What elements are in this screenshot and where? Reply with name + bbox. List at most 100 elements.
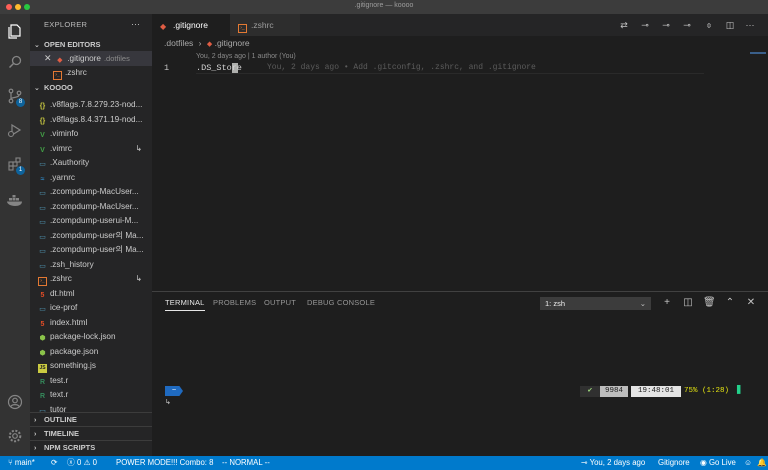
editor-area[interactable] xyxy=(152,36,768,291)
git-blame-status[interactable]: ⊸ You, 2 days ago xyxy=(581,456,645,470)
tab-output[interactable]: OUTPUT xyxy=(264,298,296,307)
file-tree-item[interactable]: {} .v8flags.8.4.371.19-nod... xyxy=(30,113,152,128)
file-tree-item[interactable]: V .viminfo xyxy=(30,127,152,142)
git-commit-icon[interactable]: ⊸ xyxy=(639,19,651,31)
title-bar: .gitignore — koooo xyxy=(0,0,768,14)
prompt-battery-block: ▊ xyxy=(737,387,742,395)
file-name: .v8flags.7.8.279.23-nod... xyxy=(50,100,143,109)
file-tree-item[interactable]: ⬢ package-lock.json xyxy=(30,330,152,345)
folder-section[interactable]: ⌄ KOOOO xyxy=(30,81,152,95)
power-mode-status: POWER MODE!!! Combo: 8 xyxy=(116,458,214,467)
sync-icon[interactable]: ⟳ xyxy=(51,456,58,470)
codelens-authors[interactable]: You, 2 days ago | 1 author (You) xyxy=(196,53,296,60)
file-tree-item[interactable]: V .vimrc ↳ xyxy=(30,142,152,157)
outline-label: OUTLINE xyxy=(44,415,77,424)
file-tree-item[interactable]: ▭ .zcompdump-MacUser... xyxy=(30,185,152,200)
current-line-highlight xyxy=(196,73,704,74)
breadcrumb-file[interactable]: .gitignore xyxy=(215,38,250,48)
file-tree-item[interactable]: ▭ ice-prof xyxy=(30,301,152,316)
file-tree-item[interactable]: JS something.js xyxy=(30,359,152,374)
file-tree-item[interactable]: ›_ .zshrc ↳ xyxy=(30,272,152,287)
code-line[interactable]: .DS_Store xyxy=(196,63,242,73)
new-terminal-icon[interactable]: + xyxy=(661,297,673,309)
search-icon[interactable] xyxy=(0,45,30,79)
more-actions-icon[interactable]: ··· xyxy=(744,19,756,31)
source-control-badge: 8 xyxy=(16,98,25,107)
file-name: .yarnrc xyxy=(50,172,76,182)
terminal-select[interactable]: 1: zsh ⌄ xyxy=(540,297,651,310)
go-live-button[interactable]: ◉ Go Live xyxy=(700,456,736,470)
open-editor-item[interactable]: ›_ .zshrc xyxy=(30,66,152,81)
next-change-icon[interactable]: ⊸ xyxy=(681,19,693,31)
editor-tabs: ◆ .gitignore ›_ .zshrc ⇄ ⊸ ⊸ ⊸ ⌽ ◫ ··· xyxy=(152,14,768,36)
file-tree-item[interactable]: ▭ .zcompdump-userui-M... xyxy=(30,214,152,229)
explorer-sidebar: EXPLORER ··· ⌄ OPEN EDITORS ✕ ◆ .gitignore… xyxy=(30,14,152,456)
tab-label: .zshrc xyxy=(251,20,274,30)
tab-terminal[interactable]: TERMINAL xyxy=(165,298,205,311)
more-actions-icon[interactable]: ··· xyxy=(131,19,140,29)
file-icon: ▭ xyxy=(39,262,46,270)
close-panel-icon[interactable]: ✕ xyxy=(745,297,757,309)
file-tree-item[interactable]: ▭ .zsh_history xyxy=(30,258,152,273)
power-mode-icon[interactable]: ⌽ xyxy=(703,19,715,31)
file-icon: ▭ xyxy=(39,219,46,226)
npm-scripts-section[interactable]: › NPM SCRIPTS xyxy=(30,440,152,454)
open-editor-item[interactable]: ✕ ◆ .gitignore .dotfiles xyxy=(30,51,152,66)
previous-change-icon[interactable]: ⊸ xyxy=(660,19,672,31)
language-mode[interactable]: Gitignore xyxy=(658,456,690,470)
split-editor-icon[interactable]: ◫ xyxy=(724,19,736,31)
timeline-section[interactable]: › TIMELINE xyxy=(30,426,152,440)
open-changes-icon[interactable]: ⇄ xyxy=(618,19,630,31)
account-icon[interactable] xyxy=(0,385,30,419)
file-name: index.html xyxy=(50,317,88,327)
npm-icon: ⬢ xyxy=(39,335,46,342)
file-tree-item[interactable]: ⬢ package.json xyxy=(30,345,152,360)
source-control-icon[interactable]: 8 xyxy=(0,79,30,113)
tab-debug-console[interactable]: DEBUG CONSOLE xyxy=(307,298,375,307)
prompt-continuation: ↳ xyxy=(165,399,171,406)
yarn-icon: ≈ xyxy=(40,175,45,183)
file-tree-item[interactable]: Rtest.r xyxy=(30,374,152,389)
prompt-battery: 75% (1:28) xyxy=(684,387,730,395)
window-title: .gitignore — koooo xyxy=(354,2,414,9)
close-icon[interactable]: ✕ xyxy=(44,51,53,66)
notifications-icon[interactable]: 🔔 xyxy=(757,456,767,470)
tab-zshrc[interactable]: ›_ .zshrc xyxy=(230,14,300,36)
explorer-icon[interactable] xyxy=(0,14,30,48)
file-name: .zcompdump-userui-M... xyxy=(50,216,139,225)
run-debug-icon[interactable] xyxy=(0,113,30,147)
file-icon: ▭ xyxy=(39,190,46,197)
html-icon: 5 xyxy=(40,291,45,299)
vim-icon: V xyxy=(40,132,45,139)
file-tree-item[interactable]: ▭ .zcompdump-user의 Ma... xyxy=(30,243,152,258)
outline-section[interactable]: › OUTLINE xyxy=(30,412,152,426)
file-tree: {} .v8flags.7.8.279.23-nod... {} .v8flags.8… xyxy=(30,98,152,418)
file-tree-item[interactable]: Rtext.r xyxy=(30,388,152,403)
folder-label: KOOOO xyxy=(44,83,73,92)
file-icon: ▭ xyxy=(39,233,46,241)
open-editors-label: OPEN EDITORS xyxy=(44,40,101,49)
tab-problems[interactable]: PROBLEMS xyxy=(213,298,256,307)
file-tree-item[interactable]: ▭ .Xauthority xyxy=(30,156,152,171)
file-tree-item[interactable]: ▭ .zcompdump-MacUser... xyxy=(30,200,152,215)
maximize-panel-icon[interactable]: ⌃ xyxy=(724,297,736,309)
split-terminal-icon[interactable]: ◫ xyxy=(682,297,694,309)
breadcrumb: .dotfiles › ◆ .gitignore xyxy=(164,38,250,48)
docker-icon[interactable] xyxy=(0,183,30,217)
breadcrumb-folder[interactable]: .dotfiles xyxy=(164,38,193,48)
tab-gitignore[interactable]: ◆ .gitignore xyxy=(152,14,230,36)
file-icon: ▭ xyxy=(39,161,46,168)
problems-indicator[interactable]: ⓧ 0 ⚠ 0 xyxy=(67,456,97,470)
feedback-icon[interactable]: ☺ xyxy=(744,456,752,470)
open-editors-section[interactable]: ⌄ OPEN EDITORS xyxy=(30,38,152,52)
file-tree-item[interactable]: 5 dt.html xyxy=(30,287,152,302)
settings-gear-icon[interactable] xyxy=(0,419,30,453)
extensions-icon[interactable]: 1 xyxy=(0,147,30,181)
file-tree-item[interactable]: ≈ .yarnrc xyxy=(30,171,152,186)
file-tree-item[interactable]: {} .v8flags.7.8.279.23-nod... xyxy=(30,98,152,113)
file-tree-item[interactable]: ▭ .zcompdump-user의 Ma... xyxy=(30,229,152,244)
trash-icon[interactable]: 🗑 xyxy=(703,297,716,309)
open-editor-name: .zshrc xyxy=(65,67,87,77)
branch-indicator[interactable]: ⑂ main* xyxy=(8,456,35,470)
file-tree-item[interactable]: 5 index.html xyxy=(30,316,152,331)
